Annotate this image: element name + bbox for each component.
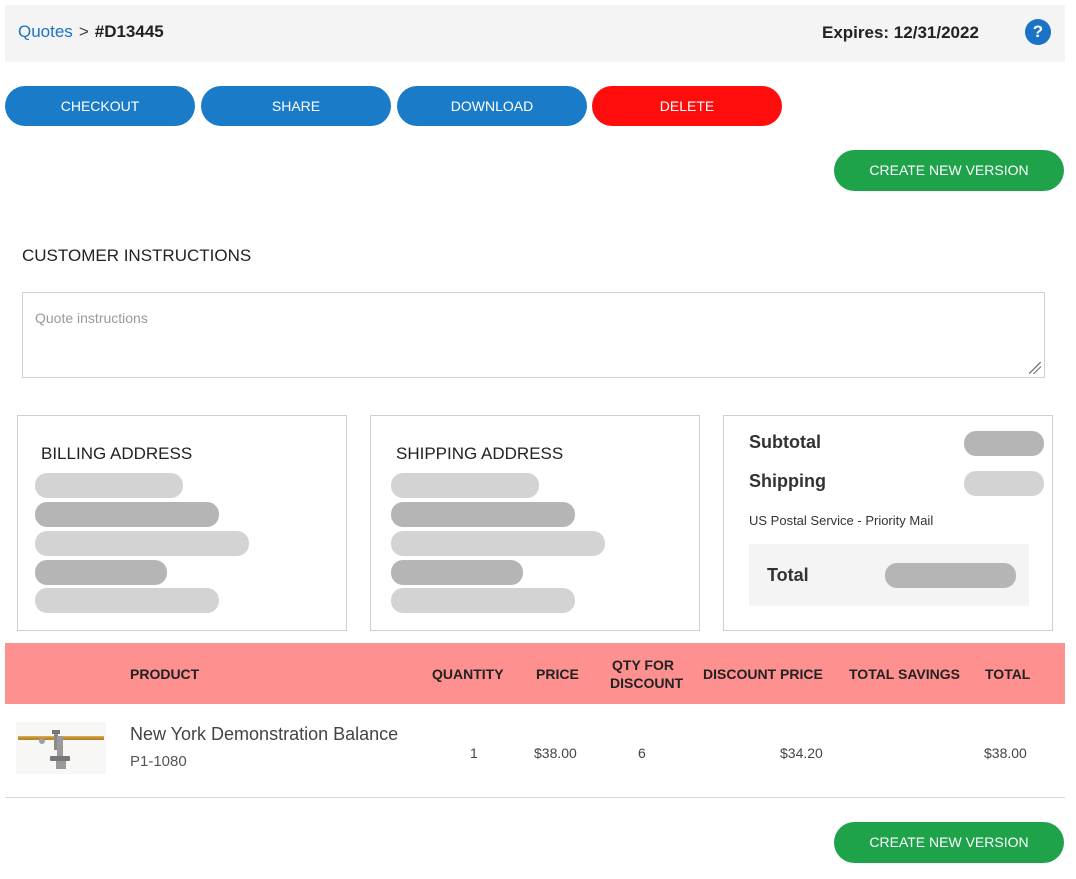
redacted-total-value bbox=[885, 563, 1016, 588]
redacted-billing-line-2 bbox=[35, 502, 219, 527]
th-total-savings: TOTAL SAVINGS bbox=[849, 666, 960, 682]
shipping-address-title: SHIPPING ADDRESS bbox=[396, 444, 564, 463]
create-new-version-button-top[interactable]: CREATE NEW VERSION bbox=[834, 150, 1064, 191]
resize-handle-icon[interactable] bbox=[1029, 362, 1041, 374]
shipping-address-card: SHIPPING ADDRESS bbox=[370, 415, 700, 631]
subtotal-label: Subtotal bbox=[749, 432, 821, 452]
expiration-date: Expires: 12/31/2022 bbox=[822, 23, 979, 42]
balance-scale-icon bbox=[18, 730, 104, 769]
th-discount-price: DISCOUNT PRICE bbox=[703, 666, 823, 682]
breadcrumb-quotes-link[interactable]: Quotes bbox=[18, 22, 73, 41]
delete-button[interactable]: DELETE bbox=[592, 86, 782, 126]
redacted-subtotal-value bbox=[964, 431, 1044, 456]
share-button[interactable]: SHARE bbox=[201, 86, 391, 126]
total-box: Total bbox=[749, 544, 1029, 606]
order-summary-card: Subtotal Shipping US Postal Service - Pr… bbox=[723, 415, 1053, 631]
quote-instructions-textarea[interactable]: Quote instructions bbox=[22, 292, 1045, 378]
th-product: PRODUCT bbox=[130, 666, 200, 682]
balance-scale-product-image[interactable] bbox=[16, 722, 106, 774]
quote-id: #D13445 bbox=[94, 22, 164, 41]
help-icon[interactable]: ? bbox=[1025, 19, 1051, 45]
row-price: $38.00 bbox=[534, 745, 577, 761]
billing-address-title: BILLING ADDRESS bbox=[41, 444, 193, 463]
create-new-version-button-bottom[interactable]: CREATE NEW VERSION bbox=[834, 822, 1064, 863]
breadcrumb-separator: > bbox=[78, 22, 89, 41]
redacted-billing-line-3 bbox=[35, 531, 249, 556]
row-total: $38.00 bbox=[984, 745, 1027, 761]
redacted-shipping-line-5 bbox=[391, 588, 575, 613]
row-discount-price: $34.20 bbox=[780, 745, 823, 761]
product-name[interactable]: New York Demonstration Balance bbox=[130, 724, 398, 745]
breadcrumb: Quotes > #D13445 bbox=[18, 22, 164, 42]
shipping-label: Shipping bbox=[749, 471, 826, 491]
redacted-shipping-line-4 bbox=[391, 560, 523, 585]
redacted-billing-line-4 bbox=[35, 560, 167, 585]
product-sku: P1-1080 bbox=[130, 753, 187, 770]
redacted-shipping-line-1 bbox=[391, 473, 539, 498]
redacted-shipping-value bbox=[964, 471, 1044, 496]
redacted-billing-line-1 bbox=[35, 473, 183, 498]
quote-instructions-placeholder: Quote instructions bbox=[35, 310, 148, 326]
checkout-button[interactable]: CHECKOUT bbox=[5, 86, 195, 126]
th-qty-for-discount-line1: QTY FOR bbox=[612, 657, 674, 673]
th-qty-for-discount: QTY FOR DISCOUNT bbox=[610, 656, 684, 692]
th-price: PRICE bbox=[536, 666, 579, 682]
row-qty-for-discount: 6 bbox=[638, 745, 646, 761]
shipping-method: US Postal Service - Priority Mail bbox=[749, 513, 934, 528]
billing-address-card: BILLING ADDRESS bbox=[17, 415, 347, 631]
redacted-billing-line-5 bbox=[35, 588, 219, 613]
redacted-shipping-line-3 bbox=[391, 531, 605, 556]
download-button[interactable]: DOWNLOAD bbox=[397, 86, 587, 126]
total-label: Total bbox=[767, 565, 809, 585]
th-qty-for-discount-line2: DISCOUNT bbox=[610, 675, 684, 691]
row-quantity: 1 bbox=[470, 745, 478, 761]
customer-instructions-title: CUSTOMER INSTRUCTIONS bbox=[22, 246, 252, 265]
th-total: TOTAL bbox=[985, 666, 1031, 682]
table-row-divider bbox=[5, 797, 1065, 798]
th-quantity: QUANTITY bbox=[432, 666, 504, 682]
redacted-shipping-line-2 bbox=[391, 502, 575, 527]
